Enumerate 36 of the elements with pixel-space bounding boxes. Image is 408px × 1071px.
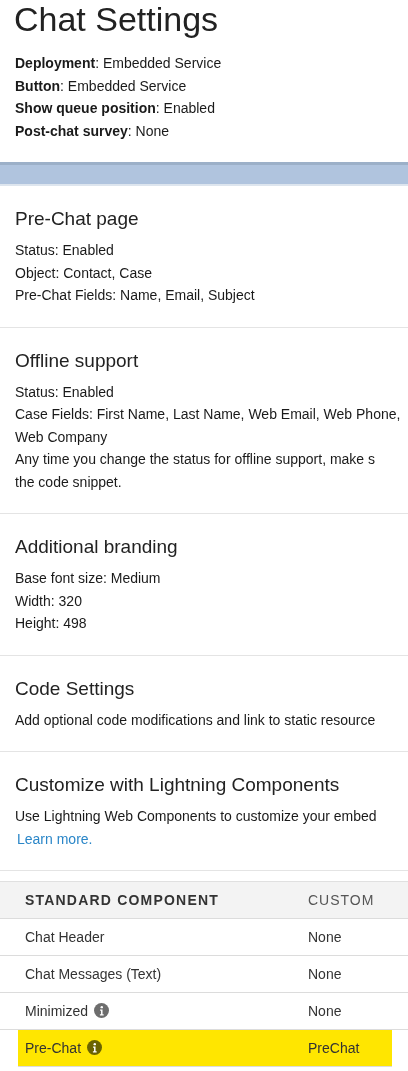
column-header: CUSTOM xyxy=(308,891,375,908)
section-text: Status: Enabled xyxy=(15,382,114,402)
table-cell: None xyxy=(308,928,342,945)
section-text: Base font size: Medium xyxy=(15,569,161,588)
table-cell: Pre-Chat xyxy=(25,1039,82,1056)
table-cell: None xyxy=(308,965,342,982)
section-title: Pre-Chat page xyxy=(15,207,140,231)
section-title: Customize with Lightning Components xyxy=(15,773,341,797)
section-text: Pre-Chat Fields: Name, Email, Subject xyxy=(15,286,255,305)
section-title: Additional branding xyxy=(15,535,179,559)
table-cell: Minimized xyxy=(25,1002,88,1019)
summary-line: Deployment: Embedded Service xyxy=(15,54,223,73)
table-cell: Chat Messages (Text) xyxy=(25,965,162,982)
section-text: Case Fields: First Name, Last Name, Web Email, Web Phone, xyxy=(15,405,401,424)
info-icon[interactable] xyxy=(87,1040,103,1055)
table-cell: None xyxy=(308,1002,342,1019)
table-cell: Chat Header xyxy=(25,928,105,945)
section-text: Use Lightning Web Components to customize your embed xyxy=(15,807,377,826)
column-header: STANDARD COMPONENT xyxy=(25,891,219,908)
section-title: Offline support xyxy=(15,348,140,373)
section-text: Height: 498 xyxy=(15,614,87,633)
section-text: Any time you change the status for offline support, make s xyxy=(15,450,376,469)
info-icon[interactable] xyxy=(94,1003,109,1018)
section-text: the code snippet. xyxy=(15,472,122,492)
summary-line: Show queue position: Enabled xyxy=(15,99,216,118)
learn-more-link[interactable]: Learn more. xyxy=(15,827,93,850)
section-text: Object: Contact, Case xyxy=(15,263,152,283)
summary-line: Post-chat survey: None xyxy=(15,121,171,141)
page-title: Chat Settings xyxy=(13,0,220,38)
section-text: Web Company xyxy=(15,427,108,447)
section-title: Code Settings xyxy=(15,676,136,701)
section-text: Add optional code modifications and link to static resource xyxy=(15,710,376,730)
summary-line: Button: Embedded Service xyxy=(15,76,188,96)
section-text: Status: Enabled xyxy=(15,241,114,260)
section-text: Width: 320 xyxy=(15,591,82,611)
table-cell: PreChat xyxy=(308,1039,360,1056)
